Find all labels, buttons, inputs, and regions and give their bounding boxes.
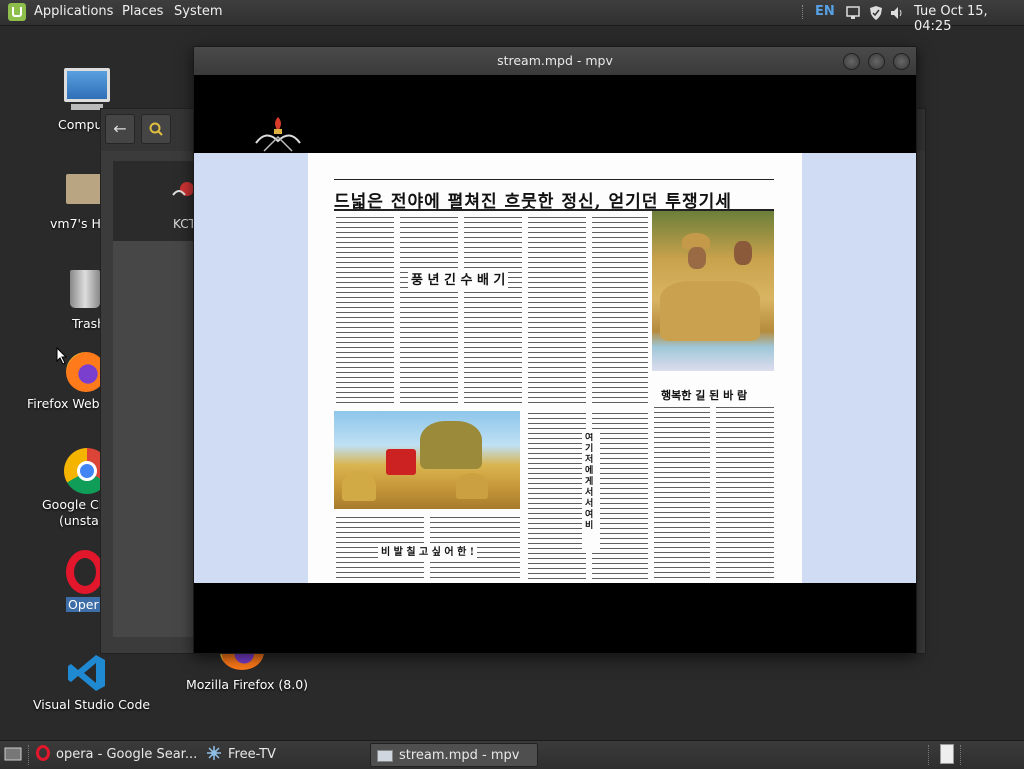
taskbar-item-label: Free-TV	[228, 747, 276, 762]
back-button[interactable]: ←	[105, 114, 135, 144]
arrow-left-icon: ←	[113, 119, 127, 138]
taskbar-separator	[960, 745, 962, 765]
taskbar-separator	[28, 745, 30, 765]
volume-icon[interactable]	[889, 5, 905, 21]
video-area[interactable]: 드넓은 전야에 펼쳐진 흐뭇한 정신, 얻기던 투쟁기세 풍 년 긴 수 배 기…	[194, 75, 916, 653]
newspaper-subheading: 풍 년 긴 수 배 기	[408, 269, 509, 288]
trash-icon	[70, 270, 100, 308]
taskbar-separator	[928, 745, 930, 765]
text-column	[400, 215, 458, 405]
tractor	[386, 449, 416, 475]
opera-icon	[66, 550, 104, 594]
text-column	[592, 215, 648, 405]
desktop-icon-label: Mozilla Firefox (8.0)	[186, 677, 309, 692]
text-column	[464, 215, 522, 405]
masthead-rule	[334, 179, 774, 180]
taskbar-item-opera[interactable]: opera - Google Sear...	[36, 743, 200, 767]
hay-load	[420, 421, 482, 469]
desktop-icon-vscode[interactable]: Visual Studio Code	[30, 650, 160, 716]
haystack	[342, 471, 376, 501]
workspace-switcher-icon[interactable]	[940, 744, 954, 764]
wheat-sheaf	[660, 281, 760, 341]
home-folder-icon	[66, 174, 102, 204]
close-button[interactable]	[893, 53, 910, 70]
minimize-button[interactable]	[843, 53, 860, 70]
text-column	[528, 215, 586, 405]
menu-system[interactable]: System	[174, 4, 222, 19]
show-desktop-icon[interactable]	[4, 746, 22, 762]
newspaper-vertical-heading: 여 기 저 에 게 서 서 여 비	[582, 433, 600, 553]
text-column	[592, 411, 648, 581]
taskbar-item-label: stream.mpd - mpv	[399, 748, 520, 763]
monitor-stand	[71, 104, 103, 110]
mpv-window[interactable]: stream.mpd - mpv 드넓은 전야에 펼쳐진 흐뭇한 정신, 얻기던…	[193, 46, 917, 654]
desktop-icon-label-line2: (unsta	[59, 513, 99, 528]
desktop-icon-label: Oper	[66, 597, 101, 612]
newspaper-page: 드넓은 전야에 펼쳐진 흐뭇한 정신, 얻기던 투쟁기세 풍 년 긴 수 배 기…	[308, 153, 802, 583]
text-column	[336, 215, 394, 405]
maximize-button[interactable]	[868, 53, 885, 70]
computer-icon	[64, 68, 110, 102]
mint-menu-icon[interactable]	[8, 3, 26, 21]
newspaper-subheading: 비 발 칠 고 싶 어 한 !	[378, 543, 478, 558]
panel-separator	[802, 5, 805, 19]
desktop-icon-label: Firefox Web	[27, 396, 100, 411]
farmer-face	[734, 241, 752, 265]
desktop-icon-label: Compu	[58, 117, 103, 132]
taskbar-item-mpv[interactable]: stream.mpd - mpv	[370, 743, 538, 767]
search-icon	[149, 122, 163, 136]
menu-applications[interactable]: Applications	[34, 4, 113, 19]
text-column	[716, 405, 774, 581]
opera-icon	[36, 745, 50, 761]
desktop-icon-label: vm7's H	[50, 216, 101, 231]
menu-places[interactable]: Places	[122, 4, 163, 19]
desktop-icon-label: Visual Studio Code	[33, 697, 151, 712]
taskbar-item-free-tv[interactable]: Free-TV	[206, 743, 366, 767]
free-tv-icon	[207, 746, 221, 760]
newspaper-subheading: 행복한 길 된 바 람	[658, 387, 751, 403]
kctv-emblem-icon	[255, 117, 301, 152]
photo-tractor-field	[334, 411, 520, 509]
taskbar-item-label: opera - Google Sear...	[56, 747, 198, 762]
clock[interactable]: Tue Oct 15, 04:25	[914, 4, 1024, 34]
keyboard-layout-indicator[interactable]: EN	[815, 4, 835, 19]
shield-icon[interactable]	[868, 5, 884, 21]
top-panel: Applications Places System EN Tue Oct 15…	[0, 0, 1024, 34]
newspaper-band: 드넓은 전야에 펼쳐진 흐뭇한 정신, 얻기던 투쟁기세 풍 년 긴 수 배 기…	[194, 153, 916, 583]
text-column	[528, 411, 586, 581]
mpv-icon	[377, 750, 393, 762]
haystack	[456, 473, 488, 499]
mouse-cursor-icon	[56, 347, 68, 365]
desktop-icon-label: Google Ch	[42, 497, 107, 512]
mpv-titlebar[interactable]: stream.mpd - mpv	[194, 47, 916, 75]
farmer-face	[688, 247, 706, 269]
window-title: stream.mpd - mpv	[497, 53, 613, 68]
vscode-icon	[68, 655, 105, 691]
search-button[interactable]	[141, 114, 171, 144]
network-icon[interactable]	[845, 5, 861, 21]
photo-farmers-with-wheat	[652, 211, 774, 371]
taskbar: opera - Google Sear... Free-TV stream.mp…	[0, 740, 1024, 769]
text-column	[654, 405, 710, 581]
